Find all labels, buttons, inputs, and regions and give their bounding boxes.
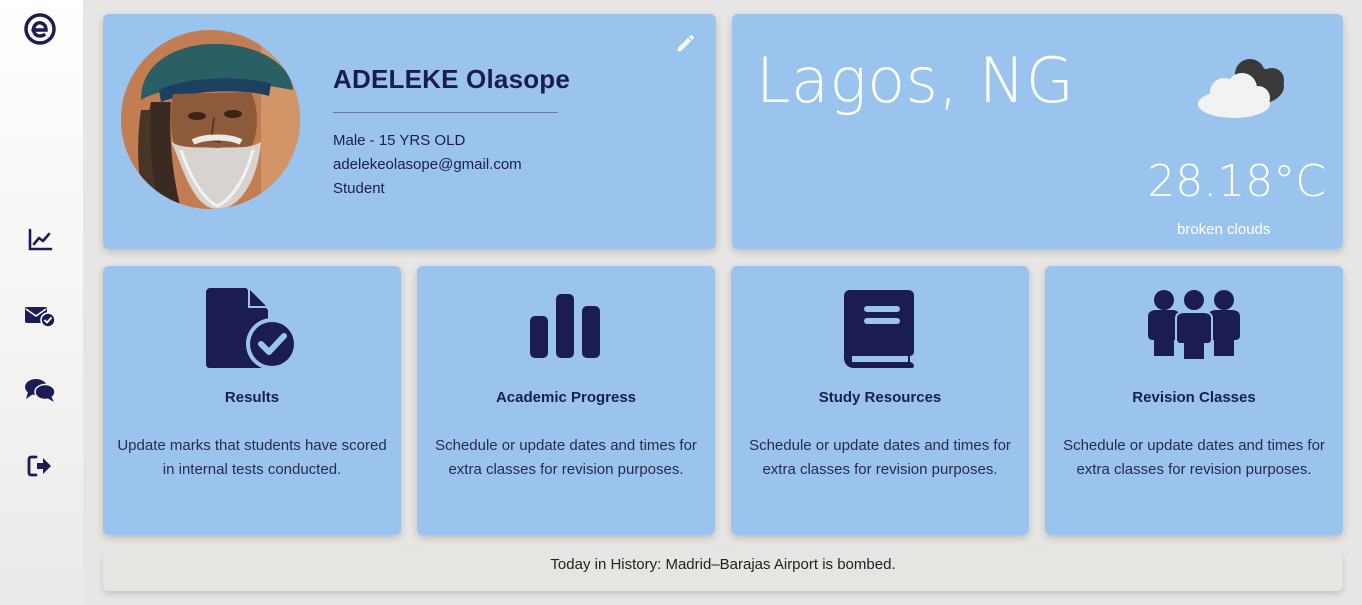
- profile-role: Student: [333, 180, 385, 197]
- profile-gender-age: Male - 15 YRS OLD: [333, 132, 466, 149]
- weather-card: Lagos, NG 28.18°C broken clouds: [732, 14, 1343, 249]
- users-group-icon: [1045, 288, 1343, 372]
- results-title: Results: [224, 389, 280, 406]
- profile-name: ADELEKE Olasope: [333, 64, 571, 94]
- revision-classes-title: Revision Classes: [1132, 389, 1256, 406]
- academic-progress-card[interactable]: Academic Progress Schedule or update dat…: [417, 266, 715, 535]
- sidebar: [0, 0, 83, 605]
- today-in-history-bar: Today in History: Madrid–Barajas Airport…: [103, 551, 1343, 591]
- logout-icon[interactable]: [24, 452, 56, 480]
- study-resources-card[interactable]: Study Resources Schedule or update dates…: [731, 266, 1029, 535]
- weather-city: Lagos, NG: [756, 44, 1075, 117]
- e-logo-icon[interactable]: [24, 13, 56, 45]
- weather-temperature: 28.18°C: [1147, 156, 1326, 207]
- revision-classes-card[interactable]: Revision Classes Schedule or update date…: [1045, 266, 1343, 535]
- chart-line-icon[interactable]: [24, 226, 56, 254]
- cloud-icon: [1194, 56, 1290, 122]
- results-card[interactable]: Results Update marks that students have …: [103, 266, 401, 535]
- pencil-icon[interactable]: [675, 34, 695, 54]
- profile-card: ADELEKE Olasope Male - 15 YRS OLD adelek…: [103, 14, 716, 249]
- mail-check-icon[interactable]: [24, 302, 56, 330]
- study-resources-title: Study Resources: [818, 389, 942, 406]
- revision-classes-description: Schedule or update dates and times for e…: [1063, 437, 1325, 478]
- file-check-icon: [103, 288, 401, 372]
- chat-bubbles-icon[interactable]: [24, 376, 56, 404]
- avatar: [121, 30, 300, 209]
- profile-divider: [333, 112, 558, 113]
- book-icon: [731, 288, 1029, 372]
- bar-chart-icon: [417, 288, 715, 372]
- today-in-history-text: Today in History: Madrid–Barajas Airport…: [550, 556, 896, 573]
- weather-description: broken clouds: [1177, 221, 1271, 238]
- academic-progress-description: Schedule or update dates and times for e…: [435, 437, 697, 478]
- academic-progress-title: Academic Progress: [495, 389, 637, 406]
- results-description: Update marks that students have scored i…: [117, 437, 387, 478]
- study-resources-description: Schedule or update dates and times for e…: [749, 437, 1011, 478]
- profile-email: adelekeolasope@gmail.com: [333, 156, 522, 173]
